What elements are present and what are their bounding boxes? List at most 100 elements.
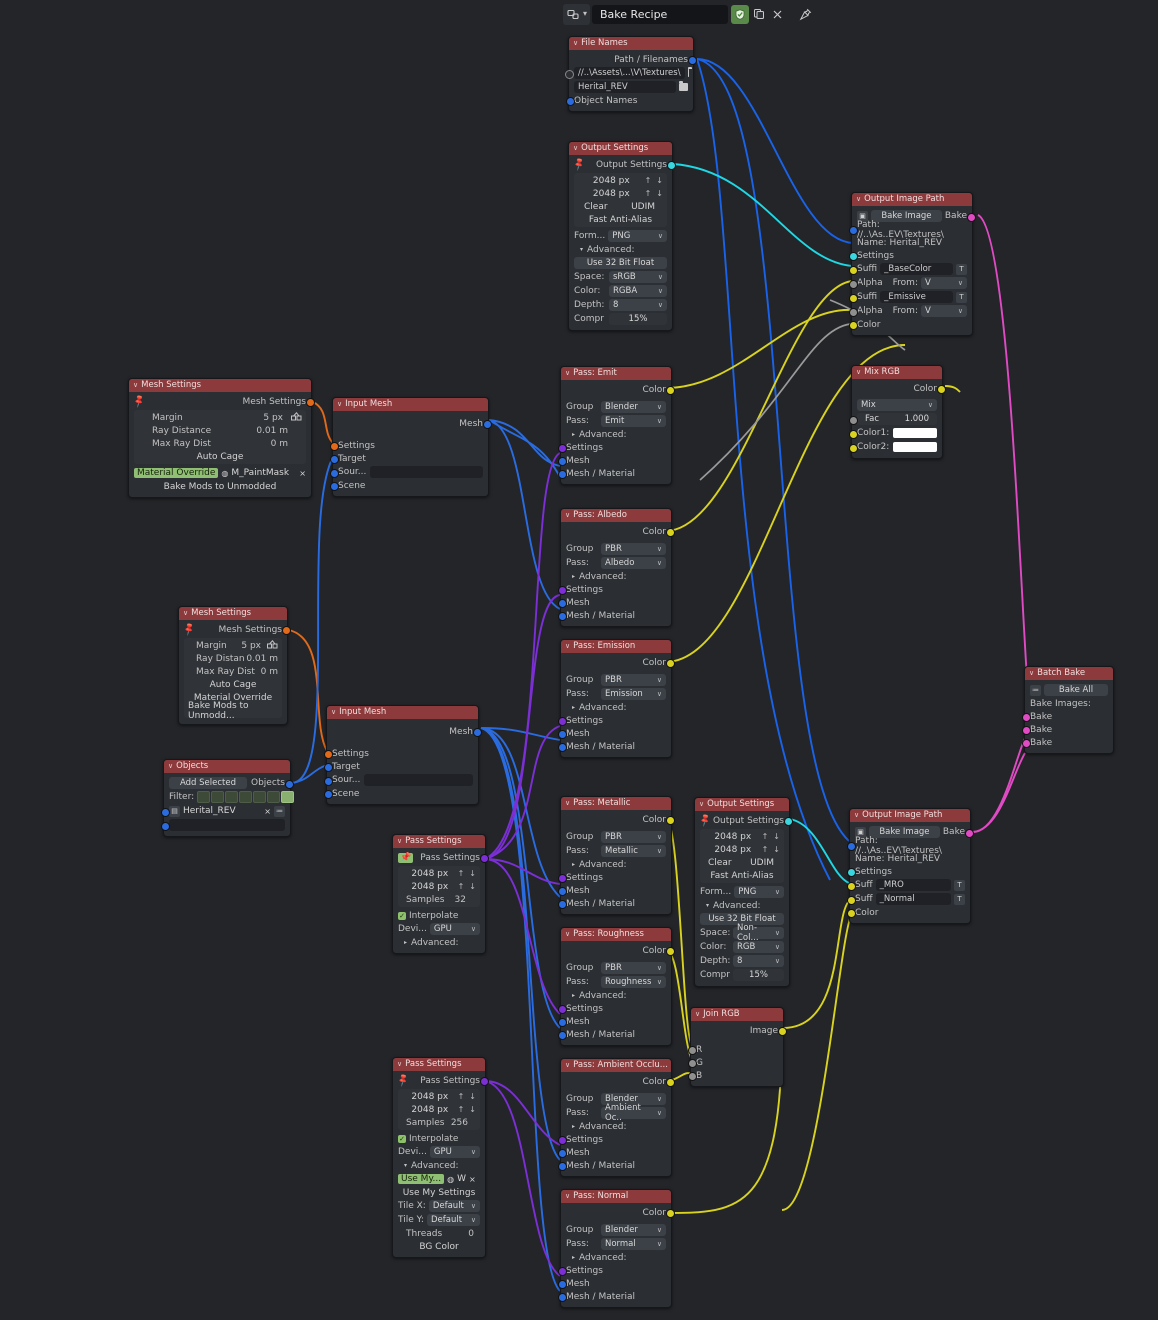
group-dropdown[interactable]: PBR ∨ xyxy=(601,962,666,974)
interpolate-row[interactable]: ✓ Interpolate xyxy=(398,909,480,922)
socket-in-mesh-material[interactable] xyxy=(557,743,567,752)
pass-dropdown[interactable]: Emission ∨ xyxy=(601,688,666,700)
node-pass-emission[interactable]: ∨ Pass: Emission Color Group PBR ∨ Pass: … xyxy=(557,639,675,758)
socket-in-color-1[interactable] xyxy=(846,882,856,891)
close-icon[interactable]: × xyxy=(469,1175,476,1184)
increment-icon[interactable]: ↑ xyxy=(458,1105,465,1114)
group-dropdown[interactable]: Blender ∨ xyxy=(601,401,666,413)
margin-type-icon[interactable] xyxy=(291,411,302,424)
socket-in-settings[interactable] xyxy=(846,868,856,877)
node-header[interactable]: ∨ Output Image Path xyxy=(852,193,972,206)
space-dropdown[interactable]: Non-Col... ∨ xyxy=(733,923,784,943)
chevron-down-icon[interactable]: ∨ xyxy=(397,1058,402,1071)
node-objects[interactable]: ∨ Objects Add Selected Objects Filter: ▤… xyxy=(160,759,295,837)
increment-icon[interactable]: ↑ xyxy=(458,1092,465,1101)
node-header[interactable]: ∨ Pass: Ambient Occlu... xyxy=(561,1059,671,1072)
socket-in-path[interactable] xyxy=(846,842,856,851)
node-header[interactable]: ∨ Batch Bake xyxy=(1025,667,1113,680)
color-dropdown[interactable]: RGB ∨ xyxy=(733,941,784,953)
node-header[interactable]: ∨ Mix RGB xyxy=(852,366,942,379)
node-output-settings-2[interactable]: ∨ Output Settings 📌 Output Settings 2048… xyxy=(694,797,793,987)
folder-icon[interactable] xyxy=(679,81,688,91)
socket-out-pass-settings[interactable] xyxy=(479,854,489,863)
node-header[interactable]: ∨ Pass: Metallic xyxy=(561,797,671,810)
advanced-toggle[interactable]: ▸ Advanced: xyxy=(566,570,666,583)
suffix1-field[interactable]: _MRO xyxy=(875,879,951,891)
material-override-toggle[interactable]: Material Override xyxy=(134,468,219,478)
socket-in-settings[interactable] xyxy=(323,750,333,759)
use-my-settings-row[interactable]: Use My Settings xyxy=(398,1186,480,1199)
path-field[interactable]: //..\Assets\...\V\Textures\ xyxy=(574,67,685,79)
chevron-down-icon[interactable]: ∨ xyxy=(565,509,570,522)
node-header[interactable]: ∨ Mesh Settings xyxy=(179,607,287,620)
chevron-down-icon[interactable]: ∨ xyxy=(337,398,342,411)
pass-dropdown[interactable]: Metallic ∨ xyxy=(601,845,666,857)
chevron-down-icon[interactable]: ∨ xyxy=(168,760,173,773)
node-pass-roughness[interactable]: ∨ Pass: Roughness Color Group PBR ∨ Pass:… xyxy=(557,927,675,1046)
text-icon[interactable]: T xyxy=(956,263,967,275)
socket-in-bake[interactable] xyxy=(1021,726,1031,735)
socket-out-path-filenames[interactable] xyxy=(687,56,697,65)
node-pass-settings-1[interactable]: ∨ Pass Settings 📌 Pass Settings 2048 px ↑… xyxy=(392,834,489,954)
text-icon[interactable]: T xyxy=(954,893,965,905)
socket-out-mesh-settings[interactable] xyxy=(281,626,291,635)
suffix2-field[interactable]: _Emissive xyxy=(880,291,953,303)
chevron-down-icon[interactable]: ∨ xyxy=(856,366,861,379)
margin-type-icon[interactable] xyxy=(267,639,278,652)
increment-icon[interactable]: ↑ xyxy=(458,869,465,878)
socket-in-color-1[interactable] xyxy=(848,266,858,275)
close-icon[interactable]: × xyxy=(299,469,306,478)
color1-swatch[interactable] xyxy=(893,428,937,438)
interpolate-row[interactable]: ✓ Interpolate xyxy=(398,1132,480,1145)
width-row[interactable]: 2048 px ↑ ↓ xyxy=(402,1090,476,1103)
chevron-down-icon[interactable]: ∨ xyxy=(695,1008,700,1021)
socket-out-bake[interactable] xyxy=(966,213,976,222)
chevron-down-icon[interactable]: ∨ xyxy=(699,798,704,811)
chevron-down-icon[interactable]: ∨ xyxy=(854,809,859,822)
compression-value[interactable]: 15% xyxy=(609,313,667,325)
device-dropdown[interactable]: GPU ∨ xyxy=(429,1146,480,1158)
duplicate-icon[interactable] xyxy=(749,5,768,24)
socket-in-mesh[interactable] xyxy=(557,1280,567,1289)
node-pass-albedo[interactable]: ∨ Pass: Albedo Color Group PBR ∨ Pass: Al… xyxy=(557,508,675,627)
node-header[interactable]: ∨ Pass Settings xyxy=(393,1058,485,1071)
node-header[interactable]: ∨ Pass: Emit xyxy=(561,367,671,380)
node-mesh-settings-1[interactable]: ∨ Mesh Settings 📌 Mesh Settings Margin 5 … xyxy=(128,378,315,498)
node-output-settings-1[interactable]: ∨ Output Settings 📌 Output Settings 2048… xyxy=(568,141,676,331)
group-dropdown[interactable]: Blender ∨ xyxy=(601,1224,666,1236)
datablock-name-field[interactable]: Bake Recipe xyxy=(592,4,729,24)
socket-in-mesh[interactable] xyxy=(557,599,567,608)
socket-in-b[interactable] xyxy=(687,1072,697,1081)
udim-toggle[interactable]: UDIM xyxy=(631,202,663,212)
socket-out-mesh[interactable] xyxy=(472,728,482,737)
socket-in-settings[interactable] xyxy=(557,717,567,726)
meta-filter-icon[interactable] xyxy=(239,791,253,803)
socket-in-object-names[interactable] xyxy=(565,97,575,106)
suffix1-field[interactable]: _BaseColor xyxy=(880,263,953,275)
advanced-toggle[interactable]: ▾ Advanced: xyxy=(700,899,784,912)
node-header[interactable]: ∨ Output Settings xyxy=(695,798,789,811)
node-header[interactable]: ∨ Input Mesh xyxy=(333,398,488,411)
node-batch-bake[interactable]: ∨ Batch Bake ≔ Bake All Bake Images: Bak… xyxy=(1021,666,1114,754)
node-pass-metallic[interactable]: ∨ Pass: Metallic Color Group PBR ∨ Pass: … xyxy=(557,796,675,915)
socket-in-mesh[interactable] xyxy=(557,457,567,466)
pin-icon[interactable]: 📌 xyxy=(182,622,197,637)
samples-row[interactable]: Samples 32 xyxy=(402,893,476,906)
socket-out-mesh-settings[interactable] xyxy=(305,398,315,407)
socket-in-color-2[interactable] xyxy=(846,896,856,905)
pass-dropdown[interactable]: Emit ∨ xyxy=(601,415,666,427)
node-header[interactable]: ∨ Input Mesh xyxy=(327,706,478,719)
collection-filter-icon[interactable] xyxy=(281,791,295,803)
node-header[interactable]: ∨ Output Settings xyxy=(569,142,672,155)
compression-value[interactable]: 15% xyxy=(733,969,784,981)
node-header[interactable]: ∨ Objects xyxy=(164,760,290,773)
socket-in-settings[interactable] xyxy=(557,1005,567,1014)
increment-icon[interactable]: ↑ xyxy=(458,882,465,891)
socket-in-mesh[interactable] xyxy=(557,887,567,896)
node-output-image-path-1[interactable]: ∨ Output Image Path ▣ Bake Image Bake Pa… xyxy=(848,192,976,336)
source-field[interactable] xyxy=(370,466,483,478)
chevron-down-icon[interactable]: ▾ xyxy=(583,10,587,18)
close-icon[interactable] xyxy=(768,5,787,24)
chevron-down-icon[interactable]: ∨ xyxy=(397,835,402,848)
decrement-icon[interactable]: ↓ xyxy=(656,189,663,198)
